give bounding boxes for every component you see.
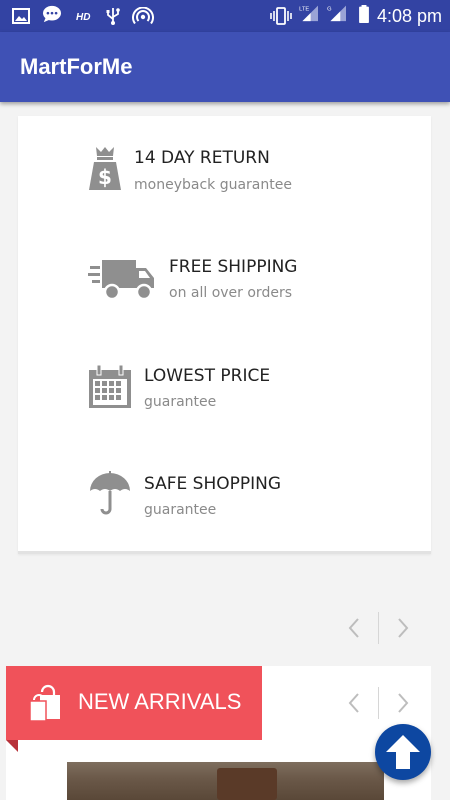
status-bar: HD LTE G 4:08 pm: [0, 0, 450, 32]
app-bar: MartForMe: [0, 32, 450, 102]
feature-subtitle: moneyback guarantee: [134, 177, 292, 193]
calendar-icon: [89, 365, 131, 408]
feature-title: LOWEST PRICE: [144, 366, 271, 386]
feature-title: 14 DAY RETURN: [134, 148, 270, 168]
svg-text:G: G: [327, 7, 332, 13]
arrivals-next-arrow-icon[interactable]: [391, 688, 415, 718]
image-icon: [12, 8, 30, 24]
truck-icon: [88, 260, 154, 301]
arrivals-prev-arrow-icon[interactable]: [342, 688, 366, 718]
features-card: $ 14 DAY RETURN moneyback guarantee FREE…: [18, 116, 431, 554]
product-image-detail: [217, 768, 277, 800]
feature-title: SAFE SHOPPING: [144, 474, 282, 494]
chat-icon: [43, 5, 61, 23]
arrow-up-icon: [386, 735, 420, 769]
battery-icon: [359, 5, 369, 23]
new-arrivals-header: NEW ARRIVALS: [6, 666, 262, 740]
money-bag-icon: $: [89, 147, 121, 190]
shopping-bags-icon: [29, 684, 60, 722]
feature-subtitle: on all over orders: [169, 285, 292, 301]
feature-title: FREE SHIPPING: [169, 257, 298, 277]
hd-icon: HD: [76, 12, 90, 23]
usb-icon: [106, 8, 120, 25]
arrow-divider: [378, 612, 379, 644]
status-time: 4:08 pm: [376, 6, 442, 26]
app-title: MartForMe: [20, 54, 133, 79]
vibrate-icon: [270, 7, 292, 25]
product-image[interactable]: [67, 762, 384, 800]
feature-subtitle: guarantee: [144, 502, 217, 518]
carousel-prev-arrow-icon[interactable]: [342, 613, 366, 643]
header-ribbon-fold: [6, 740, 18, 752]
g-signal-icon: G: [327, 5, 346, 22]
hotspot-icon: [132, 7, 154, 25]
svg-text:$: $: [98, 165, 112, 189]
new-arrivals-title: NEW ARRIVALS: [78, 689, 242, 714]
scroll-to-top-button[interactable]: [375, 724, 431, 780]
lte-signal-icon: LTE: [299, 5, 318, 22]
arrow-divider: [378, 687, 379, 719]
svg-text:HD: HD: [76, 12, 90, 23]
svg-text:LTE: LTE: [299, 7, 309, 13]
feature-subtitle: guarantee: [144, 394, 217, 410]
umbrella-icon: [90, 471, 130, 515]
carousel-next-arrow-icon[interactable]: [391, 613, 415, 643]
